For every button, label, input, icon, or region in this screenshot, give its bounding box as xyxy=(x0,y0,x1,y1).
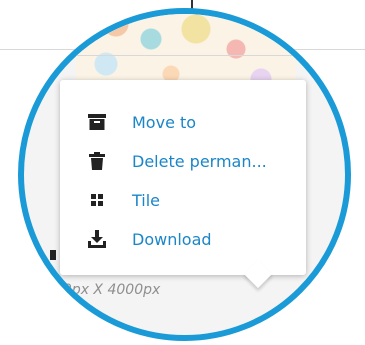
menu-item-tile[interactable]: Tile xyxy=(60,182,306,218)
magnifier-lens: 00px X 4000px Move to Delete perman... T… xyxy=(18,8,351,341)
menu-item-label: Download xyxy=(132,229,212,249)
menu-item-label: Move to xyxy=(132,112,197,132)
menu-item-download[interactable]: Download xyxy=(60,221,306,257)
menu-item-label: Tile xyxy=(132,190,161,210)
lens-divider xyxy=(24,55,345,56)
partial-icon-edge xyxy=(50,250,56,260)
menu-item-label: Delete perman... xyxy=(132,151,267,171)
archive-box-icon xyxy=(88,113,106,131)
download-icon xyxy=(88,230,106,248)
trash-icon xyxy=(88,152,106,170)
tile-grid-icon xyxy=(88,191,106,209)
menu-item-delete-permanently[interactable]: Delete perman... xyxy=(60,143,306,179)
image-dimensions: 00px X 4000px xyxy=(54,282,161,298)
menu-item-move-to[interactable]: Move to xyxy=(60,104,306,140)
screenshot-stage: 00px X 4000px Move to Delete perman... T… xyxy=(0,0,365,345)
menu-caret xyxy=(243,259,273,289)
context-menu: Move to Delete perman... Tile Download xyxy=(60,80,306,289)
